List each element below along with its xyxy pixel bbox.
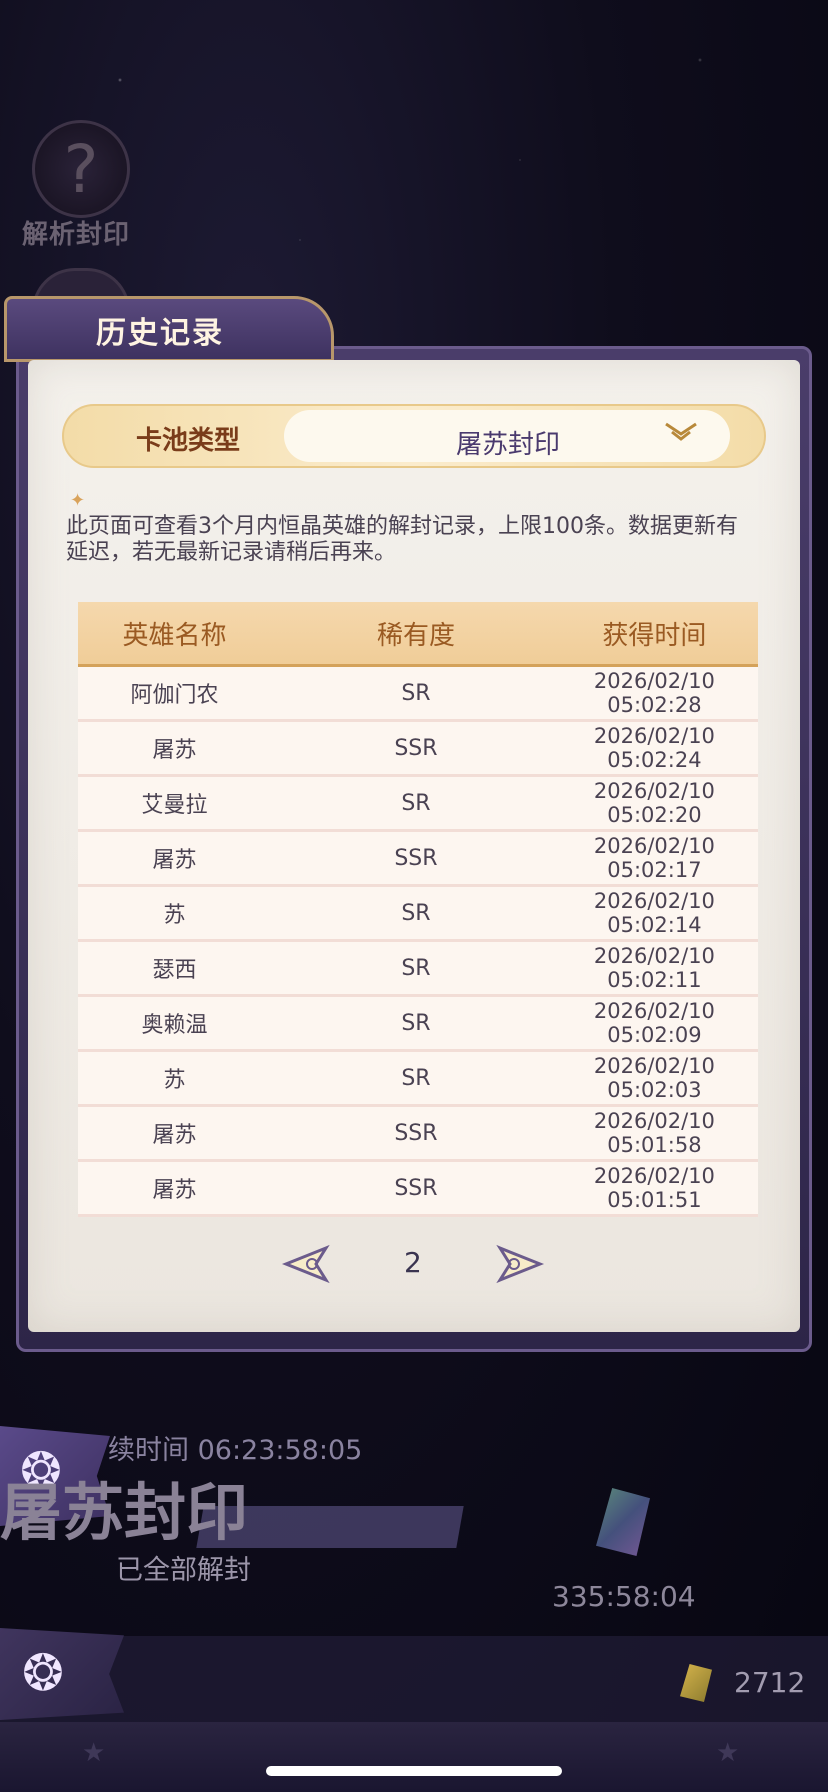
rarity-cell: SR bbox=[401, 900, 431, 926]
table-row: 苏 SR 2026/02/10 05:02:03 bbox=[78, 1052, 758, 1107]
prev-page-button[interactable] bbox=[280, 1244, 330, 1284]
obtain-time-cell: 2026/02/10 05:02:28 bbox=[593, 669, 715, 717]
crystal-gem-icon bbox=[596, 1488, 650, 1556]
pagination: 2 bbox=[280, 1244, 550, 1288]
history-description: 此页面可查看3个月内恒晶英雄的解封记录，上限100条。数据更新有延迟，若无最新记… bbox=[66, 514, 738, 565]
hero-name-cell: 屠苏 bbox=[152, 1178, 197, 1203]
hero-name-cell: 瑟西 bbox=[152, 958, 197, 983]
header-obtain-time: 获得时间 bbox=[602, 620, 707, 651]
hero-name-cell: 屠苏 bbox=[152, 738, 197, 763]
analyze-seal-button[interactable]: ? bbox=[32, 120, 130, 218]
sparkle-icon: ✦ bbox=[70, 490, 86, 511]
table-row: 阿伽门农 SR 2026/02/10 05:02:28 bbox=[78, 667, 758, 722]
pool-type-label: 卡池类型 bbox=[136, 426, 241, 456]
bottom-decor-bar bbox=[0, 1722, 828, 1792]
star-icon-right: ★ bbox=[716, 1738, 740, 1768]
hero-name-cell: 艾曼拉 bbox=[141, 793, 208, 818]
header-hero-name: 英雄名称 bbox=[122, 620, 227, 651]
hero-name-cell: 屠苏 bbox=[152, 848, 197, 873]
currency-amount: 2712 bbox=[734, 1666, 806, 1699]
analyze-seal-label: 解析封印 bbox=[22, 220, 131, 250]
star-icon-left: ★ bbox=[82, 1738, 106, 1768]
question-mark-icon: ? bbox=[63, 130, 99, 208]
rarity-cell: SR bbox=[401, 790, 431, 816]
obtain-time-cell: 2026/02/10 05:02:20 bbox=[593, 779, 715, 827]
hero-name-cell: 奥赖温 bbox=[141, 1013, 208, 1038]
arrow-right-icon bbox=[496, 1244, 545, 1284]
obtain-time-cell: 2026/02/10 05:01:51 bbox=[593, 1164, 715, 1212]
obtain-time-cell: 2026/02/10 05:02:17 bbox=[593, 834, 715, 882]
table-row: 瑟西 SR 2026/02/10 05:02:11 bbox=[78, 942, 758, 997]
table-row: 屠苏 SSR 2026/02/10 05:01:51 bbox=[78, 1162, 758, 1217]
hero-name-cell: 苏 bbox=[163, 903, 186, 928]
table-row: 奥赖温 SR 2026/02/10 05:02:09 bbox=[78, 997, 758, 1052]
rarity-cell: SSR bbox=[394, 1175, 438, 1201]
swirl-icon-2: ❂ bbox=[22, 1644, 64, 1702]
table-row: 屠苏 SSR 2026/02/10 05:02:24 bbox=[78, 722, 758, 777]
obtain-time-cell: 2026/02/10 05:02:14 bbox=[593, 889, 715, 937]
pool-status: 已全部解封 bbox=[116, 1555, 251, 1586]
pool-type-value[interactable]: 屠苏封印 bbox=[456, 424, 560, 461]
history-table: 英雄名称 稀有度 获得时间 阿伽门农 SR 2026/02/10 05:02:28 屠… bbox=[78, 602, 758, 1217]
panel-title: 历史记录 bbox=[96, 316, 224, 351]
table-header: 英雄名称 稀有度 获得时间 bbox=[78, 602, 758, 667]
hero-name-cell: 阿伽门农 bbox=[130, 683, 219, 708]
rarity-cell: SR bbox=[401, 1065, 431, 1091]
rarity-cell: SSR bbox=[394, 1120, 438, 1146]
table-row: 屠苏 SSR 2026/02/10 05:02:17 bbox=[78, 832, 758, 887]
obtain-time-cell: 2026/02/10 05:02:03 bbox=[593, 1054, 715, 1102]
obtain-time-cell: 2026/02/10 05:02:24 bbox=[593, 724, 715, 772]
hero-name-cell: 屠苏 bbox=[152, 1123, 197, 1148]
obtain-time-cell: 2026/02/10 05:02:09 bbox=[593, 999, 715, 1047]
obtain-time-cell: 2026/02/10 05:02:11 bbox=[593, 944, 715, 992]
header-rarity: 稀有度 bbox=[376, 620, 455, 651]
page-number: 2 bbox=[404, 1246, 422, 1279]
rarity-cell: SR bbox=[401, 1010, 431, 1036]
obtain-time-cell: 2026/02/10 05:01:58 bbox=[593, 1109, 715, 1157]
rarity-cell: SSR bbox=[394, 735, 438, 761]
next-page-button[interactable] bbox=[496, 1244, 546, 1284]
table-row: 苏 SR 2026/02/10 05:02:14 bbox=[78, 887, 758, 942]
rarity-cell: SSR bbox=[394, 845, 438, 871]
pool-name-big: 屠苏封印 bbox=[0, 1476, 249, 1549]
rarity-cell: SR bbox=[401, 680, 431, 706]
home-indicator[interactable] bbox=[266, 1766, 562, 1776]
table-row: 艾曼拉 SR 2026/02/10 05:02:20 bbox=[78, 777, 758, 832]
rarity-cell: SR bbox=[401, 955, 431, 981]
hero-name-cell: 苏 bbox=[163, 1068, 186, 1093]
table-row: 屠苏 SSR 2026/02/10 05:01:58 bbox=[78, 1107, 758, 1162]
gem-timer: 335:58:04 bbox=[552, 1580, 696, 1613]
arrow-left-icon bbox=[281, 1244, 330, 1284]
chevron-down-icon[interactable] bbox=[664, 422, 698, 448]
